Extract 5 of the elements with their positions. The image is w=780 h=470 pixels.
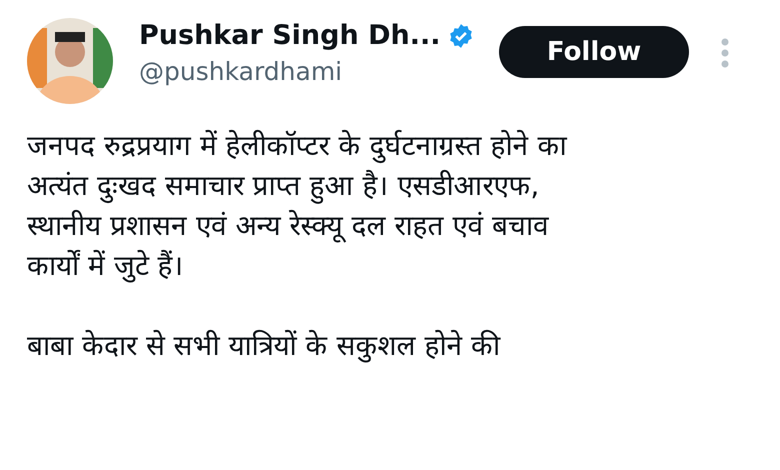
author-handle[interactable]: @pushkardhami: [139, 57, 489, 86]
author-name[interactable]: Pushkar Singh Dh...: [139, 20, 440, 51]
tweet-paragraph: जनपद रुद्रप्रयाग में हेलीकॉप्टर के दुर्घटनाग्रस्त होने का अत्यंत दुःखद समाचार प्राप्त हुआ है। एसडीआरएफ, स्थानीय प्रशासन एवं अन्य रेस्क्यू दल राहत एवं बचाव कार्यों में जुटे हैं।: [27, 128, 568, 284]
tweet-paragraph: बाबा केदार से सभी यात्रियों के सकुशल होने की: [27, 328, 502, 364]
follow-button[interactable]: Follow: [499, 26, 689, 78]
